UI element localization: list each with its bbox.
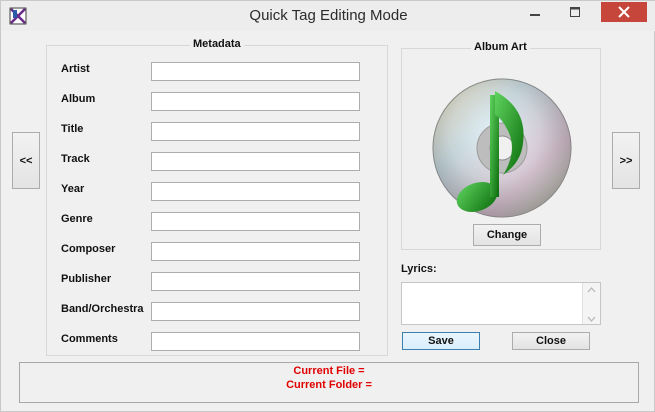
year-label: Year bbox=[61, 183, 85, 195]
comments-field[interactable] bbox=[151, 332, 360, 351]
title-field[interactable] bbox=[151, 122, 360, 141]
album-art-group-title: Album Art bbox=[471, 41, 530, 53]
change-album-art-button[interactable]: Change bbox=[473, 224, 541, 246]
artist-field[interactable] bbox=[151, 62, 360, 81]
maximize-button[interactable] bbox=[561, 2, 589, 22]
scroll-down-icon bbox=[587, 316, 596, 322]
title-label: Title bbox=[61, 123, 84, 135]
minimize-icon bbox=[530, 14, 540, 16]
current-file-text: Current File = bbox=[293, 365, 365, 377]
year-field[interactable] bbox=[151, 182, 360, 201]
close-window-button[interactable] bbox=[601, 2, 647, 22]
lyrics-textarea[interactable] bbox=[401, 282, 601, 325]
genre-field[interactable] bbox=[151, 212, 360, 231]
publisher-field[interactable] bbox=[151, 272, 360, 291]
composer-label: Composer bbox=[61, 243, 116, 255]
lyrics-label: Lyrics: bbox=[401, 263, 437, 275]
save-button[interactable]: Save bbox=[402, 332, 480, 350]
comments-label: Comments bbox=[61, 333, 118, 345]
previous-button[interactable]: << bbox=[12, 132, 40, 189]
next-button[interactable]: >> bbox=[612, 132, 640, 189]
track-label: Track bbox=[61, 153, 90, 165]
maximize-icon bbox=[570, 7, 580, 17]
publisher-label: Publisher bbox=[61, 273, 112, 285]
current-folder-text: Current Folder = bbox=[286, 379, 372, 391]
status-panel: Current File = Current Folder = bbox=[19, 362, 639, 403]
album-field[interactable] bbox=[151, 92, 360, 111]
album-art-group: Album Art Change bbox=[401, 41, 601, 250]
cd-music-note-icon bbox=[427, 73, 577, 223]
quick-tag-window: Quick Tag Editing Mode << >> Metadata Ar… bbox=[0, 0, 655, 412]
title-bar[interactable]: Quick Tag Editing Mode bbox=[1, 1, 655, 31]
composer-field[interactable] bbox=[151, 242, 360, 261]
genre-label: Genre bbox=[61, 213, 93, 225]
artist-label: Artist bbox=[61, 63, 90, 75]
minimize-button[interactable] bbox=[521, 2, 549, 22]
window-title: Quick Tag Editing Mode bbox=[249, 7, 408, 24]
band-orchestra-field[interactable] bbox=[151, 302, 360, 321]
scroll-up-icon bbox=[587, 287, 596, 293]
close-icon bbox=[618, 6, 630, 18]
band-orchestra-label: Band/Orchestra bbox=[61, 303, 144, 315]
album-label: Album bbox=[61, 93, 96, 105]
metadata-group: Metadata Artist Album Title Track Year G… bbox=[46, 38, 388, 356]
metadata-group-title: Metadata bbox=[190, 38, 244, 50]
close-button[interactable]: Close bbox=[512, 332, 590, 350]
lyrics-scrollbar[interactable] bbox=[582, 283, 600, 324]
track-field[interactable] bbox=[151, 152, 360, 171]
